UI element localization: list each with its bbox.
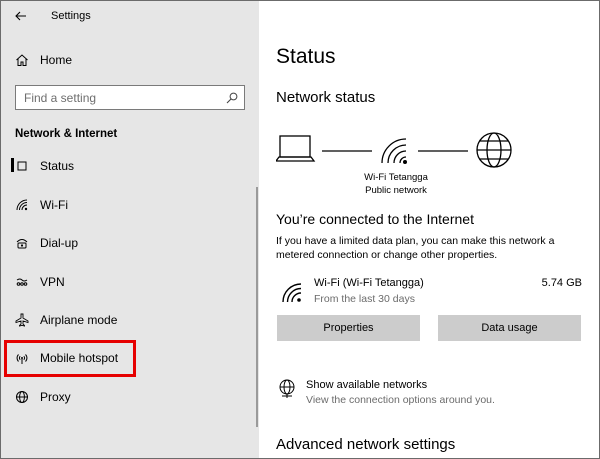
highlight-annotation [4, 340, 136, 377]
globe-icon [476, 132, 512, 168]
sidebar-item-proxy[interactable]: Proxy [1, 381, 259, 413]
sidebar-item-label: Proxy [40, 390, 71, 404]
globe-icon [15, 390, 29, 404]
connection-row: Wi-Fi (Wi-Fi Tetangga) From the last 30 … [276, 273, 582, 309]
sidebar-item-label: Airplane mode [40, 313, 118, 327]
back-arrow-icon [15, 11, 26, 21]
title-bar: Settings [1, 1, 259, 31]
network-diagram [276, 132, 512, 168]
search-box[interactable] [15, 85, 245, 110]
sidebar-item-label: VPN [40, 275, 65, 289]
sidebar-item-dialup[interactable]: Dial-up [1, 227, 259, 259]
network-name: Wi-Fi Tetangga [364, 172, 428, 183]
sidebar-item-status[interactable]: Status [1, 150, 259, 182]
show-networks-link[interactable]: Show available networks View the connect… [276, 377, 596, 409]
sidebar-item-airplane-mode[interactable]: Airplane mode [1, 304, 259, 336]
connection-name: Wi-Fi (Wi-Fi Tetangga) [314, 277, 424, 289]
properties-button[interactable]: Properties [277, 315, 420, 341]
sidebar-item-label: Dial-up [40, 236, 79, 250]
sidebar-item-vpn[interactable]: VPN [1, 266, 259, 298]
sidebar-item-label: Wi-Fi [40, 198, 68, 212]
connected-description: If you have a limited data plan, you can… [276, 235, 555, 261]
laptop-icon [276, 135, 316, 162]
airplane-icon [15, 313, 29, 327]
advanced-settings-heading: Advanced network settings [276, 436, 456, 453]
home-icon [15, 53, 29, 67]
connected-title: You’re connected to the Internet [276, 211, 474, 227]
vpn-icon [15, 275, 29, 289]
status-icon [15, 159, 29, 173]
sidebar-item-label: Status [40, 159, 75, 173]
section-heading: Network & Internet [15, 128, 118, 140]
sidebar-item-home[interactable]: Home [1, 44, 259, 76]
globe-network-icon [279, 379, 295, 398]
data-usage-button[interactable]: Data usage [438, 315, 581, 341]
sidebar: Settings Home Network & Internet [1, 1, 259, 458]
wifi-icon [15, 198, 29, 212]
wifi-icon [381, 138, 407, 164]
connection-period: From the last 30 days [314, 293, 415, 305]
network-type: Public network [365, 185, 427, 196]
wifi-signal-icon [282, 283, 302, 303]
network-caption: Wi-Fi Tetangga Public network [339, 171, 453, 197]
show-networks-subtitle: View the connection options around you. [306, 394, 495, 406]
search-input[interactable] [24, 90, 214, 105]
data-usage-value: 5.74 GB [541, 277, 582, 289]
search-icon[interactable] [226, 92, 238, 104]
show-networks-title: Show available networks [306, 379, 428, 391]
network-status-heading: Network status [276, 89, 376, 106]
main-content: Status Network status Wi-Fi Tetangga Pub… [259, 1, 599, 458]
dialup-icon [15, 236, 29, 250]
sidebar-scrollbar[interactable] [256, 187, 258, 427]
window-title: Settings [51, 10, 91, 22]
settings-window: Settings Home Network & Internet [0, 0, 600, 459]
sidebar-item-label: Home [40, 53, 73, 67]
sidebar-item-wifi[interactable]: Wi-Fi [1, 189, 259, 221]
back-button[interactable] [1, 1, 41, 31]
page-title: Status [276, 45, 336, 68]
